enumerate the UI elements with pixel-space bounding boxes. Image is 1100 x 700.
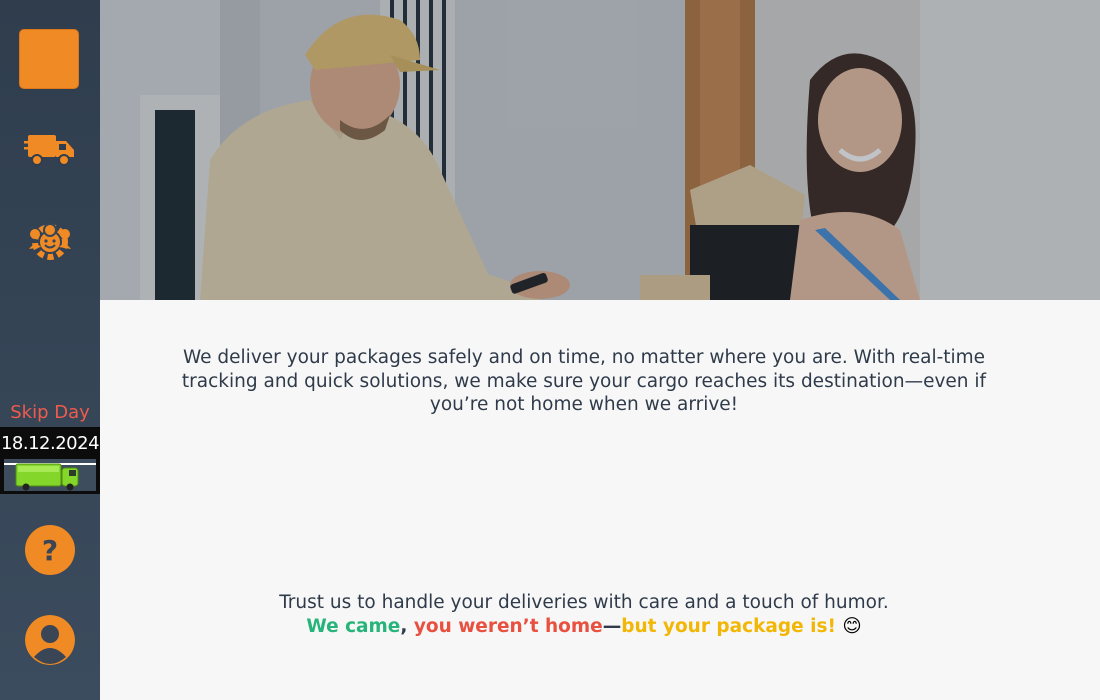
tagline-part-not-home: you weren’t home bbox=[413, 616, 603, 637]
delivery-date: 18.12.2024 bbox=[0, 433, 100, 454]
team-gear-icon[interactable] bbox=[20, 210, 80, 270]
delivery-progress bbox=[4, 459, 96, 491]
smile-emoji-icon: 😊 bbox=[835, 616, 862, 637]
team-gear-icon-svg bbox=[29, 223, 71, 260]
logo[interactable] bbox=[19, 29, 79, 89]
delivery-date-panel: 18.12.2024 bbox=[0, 427, 100, 494]
mini-truck-icon bbox=[6, 461, 86, 495]
trust-paragraph: Trust us to handle your deliveries with … bbox=[279, 592, 889, 613]
tagline-separator-2: — bbox=[602, 616, 622, 637]
delivery-truck-icon-svg bbox=[24, 135, 74, 166]
help-button[interactable]: ? bbox=[25, 525, 75, 575]
user-icon bbox=[25, 615, 75, 665]
main-content: We deliver your packages safely and on t… bbox=[100, 300, 1100, 700]
hero-overlay bbox=[100, 0, 1100, 300]
app-root: Skip Day 18.12.2024 ? We deliver your pa… bbox=[0, 0, 1100, 700]
hero-image bbox=[100, 0, 1100, 300]
tagline-part-package: but your package is! bbox=[621, 616, 836, 637]
tagline-separator-1: , bbox=[400, 616, 414, 637]
sidebar: Skip Day 18.12.2024 ? bbox=[0, 0, 100, 700]
intro-paragraph: We deliver your packages safely and on t… bbox=[181, 347, 987, 415]
help-icon: ? bbox=[41, 533, 59, 567]
delivery-truck-icon[interactable] bbox=[20, 120, 80, 180]
skip-day-label[interactable]: Skip Day bbox=[0, 402, 100, 423]
tagline: We came, you weren’t home—but your packa… bbox=[100, 615, 1068, 639]
profile-button[interactable] bbox=[25, 615, 75, 665]
tagline-part-came: We came bbox=[306, 616, 401, 637]
